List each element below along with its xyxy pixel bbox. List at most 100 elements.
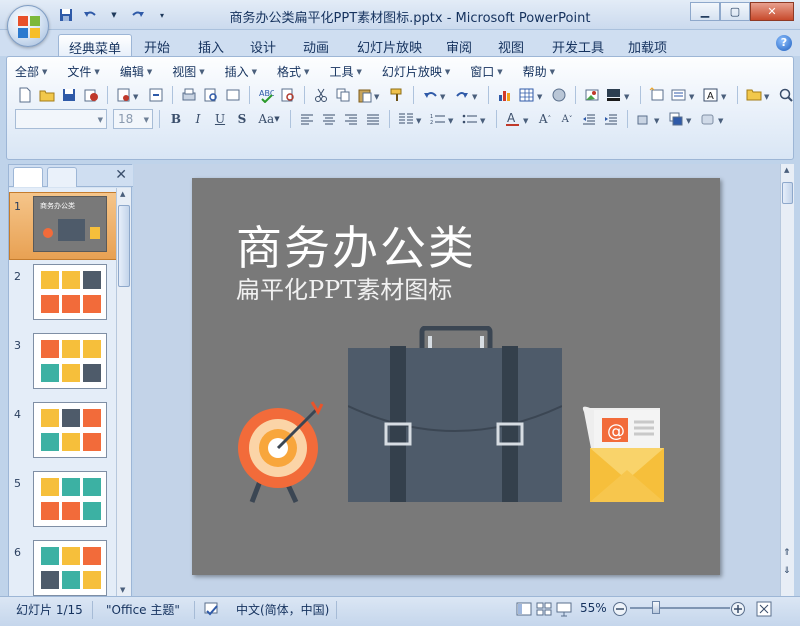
picture-icon[interactable] [582, 85, 602, 105]
tab-slideshow[interactable]: 幻灯片放映 [347, 34, 432, 56]
slide-thumbnail-5[interactable] [33, 471, 107, 527]
chart-icon[interactable] [495, 85, 515, 105]
menu-view[interactable]: 视图 ▼ [172, 63, 204, 80]
tab-animations[interactable]: 动画 [293, 34, 339, 56]
clipart-icon[interactable] [549, 85, 569, 105]
publish-icon[interactable] [146, 85, 166, 105]
minimize-button[interactable]: ▁ [690, 2, 720, 21]
align-left-icon[interactable] [297, 109, 317, 129]
zoom-in-icon[interactable] [730, 601, 746, 620]
quick-styles-dropdown-icon[interactable]: ▼ [698, 109, 728, 129]
slide-thumbnail-6[interactable] [33, 540, 107, 596]
new-slide-icon[interactable] [647, 85, 667, 105]
slide-subtitle[interactable]: 扁平化PPT素材图标 [236, 270, 452, 305]
target-icon[interactable] [238, 398, 324, 508]
undo-dropdown-icon[interactable]: ▼ [420, 85, 450, 105]
table-dropdown-icon[interactable]: ▼ [517, 85, 547, 105]
spelling-icon[interactable]: ABC [256, 85, 276, 105]
slide-thumbnail-2[interactable] [33, 264, 107, 320]
tab-review[interactable]: 审阅 [436, 34, 482, 56]
menu-slideshow[interactable]: 幻灯片放映 ▼ [382, 63, 450, 80]
columns-dropdown-icon[interactable]: ▼ [396, 109, 426, 129]
menu-tools[interactable]: 工具 ▼ [329, 63, 361, 80]
justify-icon[interactable] [363, 109, 383, 129]
spell-check-icon[interactable] [204, 601, 220, 620]
align-center-icon[interactable] [319, 109, 339, 129]
italic-icon[interactable]: I [188, 109, 208, 129]
grow-font-icon[interactable]: A ˄ [535, 109, 555, 129]
tab-slides[interactable] [13, 167, 43, 187]
next-slide-icon[interactable]: ⇓ [783, 566, 791, 576]
textbox-dropdown-icon[interactable]: A ▼ [701, 85, 731, 105]
increase-indent-icon[interactable] [601, 109, 621, 129]
zoom-out-icon[interactable] [612, 601, 628, 620]
slide-thumbnail-4[interactable] [33, 402, 107, 458]
thumbnail-scrollbar[interactable]: ▲ ▼ [116, 188, 131, 596]
tab-insert[interactable]: 插入 [188, 34, 234, 56]
scrollbar-thumb[interactable] [118, 205, 130, 287]
briefcase-icon[interactable] [348, 326, 562, 506]
maximize-button[interactable]: ▢ [720, 2, 750, 21]
font-size-select[interactable]: 18 ▼ [113, 109, 153, 129]
new-document-icon[interactable] [15, 85, 35, 105]
language-indicator[interactable]: 中文(简体，中国) [236, 601, 329, 618]
tab-outline[interactable] [47, 167, 77, 187]
slide-thumbnail-1[interactable]: 商务办公类 [33, 196, 107, 252]
print-icon[interactable] [179, 85, 199, 105]
normal-view-icon[interactable] [516, 601, 532, 620]
research-icon[interactable] [278, 85, 298, 105]
current-slide[interactable]: 商务办公类 扁平化PPT素材图标 @ [192, 178, 720, 575]
menu-file[interactable]: 文件 ▼ [67, 63, 99, 80]
numbering-dropdown-icon[interactable]: 1 2 ▼ [428, 109, 458, 129]
tab-developer[interactable]: 开发工具 [542, 34, 614, 56]
paste-dropdown-icon[interactable]: ▼ [355, 85, 385, 105]
close-button[interactable]: ✕ [750, 2, 794, 21]
fit-to-window-icon[interactable] [756, 601, 772, 620]
bold-icon[interactable]: B [166, 109, 186, 129]
shrink-font-icon[interactable]: A ˅ [557, 109, 577, 129]
slideshow-view-icon[interactable] [556, 601, 572, 620]
layout-dropdown-icon[interactable]: ▼ [669, 85, 699, 105]
tab-classic-menu[interactable]: 经典菜单 [58, 34, 133, 57]
tab-addins[interactable]: 加载项 [618, 34, 677, 56]
menu-all[interactable]: 全部 ▼ [15, 63, 47, 80]
bullets-dropdown-icon[interactable]: ▼ [460, 109, 490, 129]
save-icon[interactable] [59, 85, 79, 105]
arrange-dropdown-icon[interactable]: ▼ [666, 109, 696, 129]
cut-icon[interactable] [311, 85, 331, 105]
slide-vertical-scrollbar[interactable]: ▲ ⇑ ⇓ [780, 164, 794, 596]
tab-home[interactable]: 开始 [134, 34, 180, 56]
menu-format[interactable]: 格式 ▼ [277, 63, 309, 80]
align-right-icon[interactable] [341, 109, 361, 129]
menu-window[interactable]: 窗口 ▼ [470, 63, 502, 80]
find-icon[interactable] [776, 85, 796, 105]
text-shadow-icon[interactable]: S [232, 109, 252, 129]
format-painter-icon[interactable] [387, 85, 407, 105]
redo-dropdown-icon[interactable]: ▼ [452, 85, 482, 105]
font-color-dropdown-icon[interactable]: A ▼ [503, 109, 533, 129]
tab-design[interactable]: 设计 [240, 34, 286, 56]
scroll-up-icon[interactable]: ▲ [120, 190, 125, 198]
copy-icon[interactable] [333, 85, 353, 105]
print-preview-dropdown-icon[interactable]: ▼ [114, 85, 144, 105]
decrease-indent-icon[interactable] [579, 109, 599, 129]
slide-sorter-icon[interactable] [223, 85, 243, 105]
close-icon[interactable]: ✕ [115, 167, 127, 183]
menu-edit[interactable]: 编辑 ▼ [120, 63, 152, 80]
scrollbar-thumb[interactable] [782, 182, 793, 204]
slide-title[interactable]: 商务办公类 [236, 212, 476, 278]
menu-help[interactable]: 帮助 ▼ [523, 63, 555, 80]
slide-thumbnail-3[interactable] [33, 333, 107, 389]
slide-sorter-view-icon[interactable] [536, 601, 552, 620]
zoom-level[interactable]: 55% [580, 601, 607, 615]
open-folder-icon[interactable] [37, 85, 57, 105]
menu-insert[interactable]: 插入 ▼ [225, 63, 257, 80]
zoom-slider-track[interactable] [630, 607, 730, 609]
scroll-up-icon[interactable]: ▲ [784, 166, 789, 174]
change-case-icon[interactable]: Aa ▼ [254, 109, 284, 129]
shapes-dropdown-icon[interactable]: ▼ [634, 109, 664, 129]
underline-icon[interactable]: U [210, 109, 230, 129]
tab-view[interactable]: 视图 [488, 34, 534, 56]
email-letter-icon[interactable]: @ [580, 404, 676, 506]
previous-slide-icon[interactable]: ⇑ [783, 548, 791, 558]
